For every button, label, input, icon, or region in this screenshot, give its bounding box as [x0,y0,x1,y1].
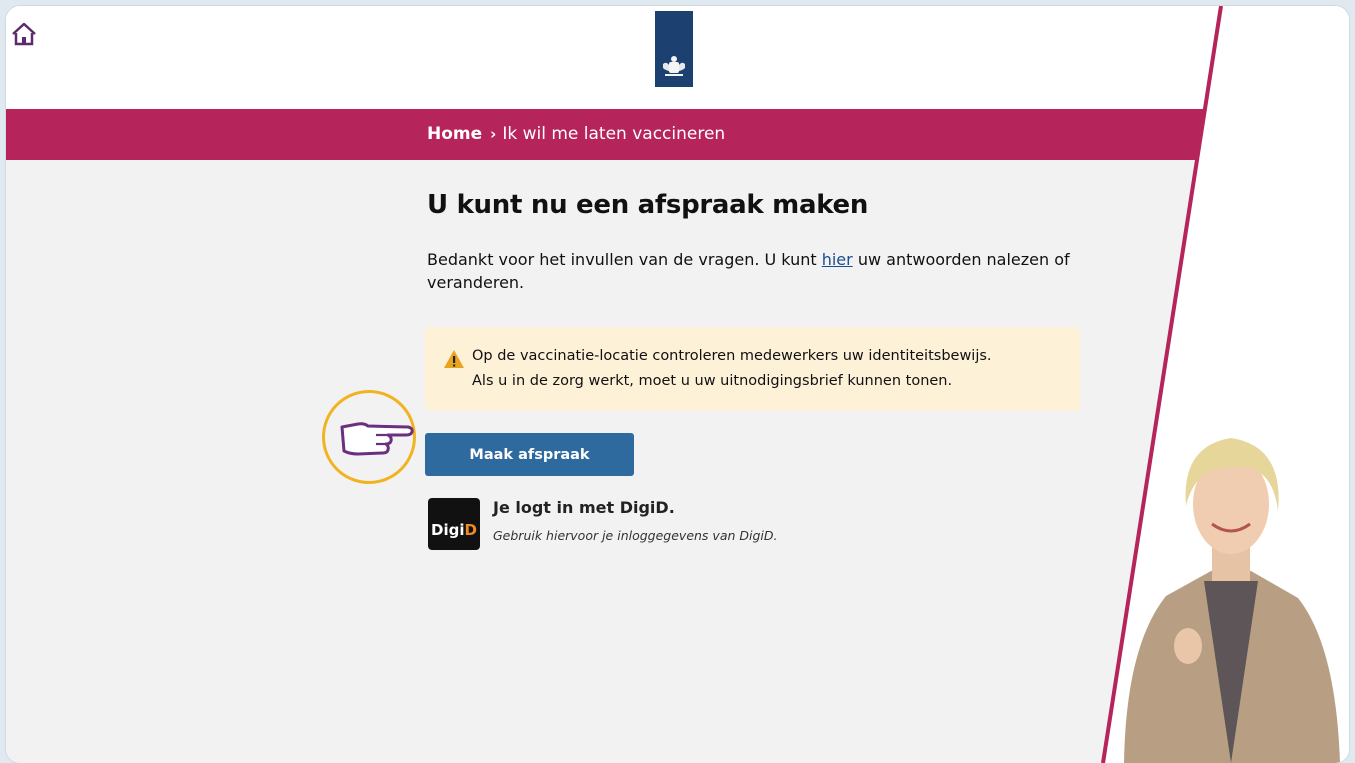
page-header [6,6,1349,109]
breadcrumb-separator: › [490,125,497,143]
answers-link[interactable]: hier [822,250,853,269]
breadcrumb: Home › Ik wil me laten vaccineren [427,109,725,160]
digid-logo-text: Digi [431,521,465,539]
warning-icon [444,350,464,368]
digid-subtitle: Gebruik hiervoor je inloggegevens van Di… [493,528,778,543]
breadcrumb-current: Ik wil me laten vaccineren [502,124,726,144]
pointing-hand-icon [340,422,414,456]
digid-logo: Digi D [428,498,480,550]
breadcrumb-home-link[interactable]: Home [427,124,482,144]
warning-text: Op de vaccinatie-locatie controleren med… [472,344,992,394]
page-title: U kunt nu een afspraak maken [427,190,869,220]
warning-notice: Op de vaccinatie-locatie controleren med… [425,327,1080,411]
digid-title: Je logt in met DigiD. [493,498,675,517]
main-content: U kunt nu een afspraak maken Bedankt voo… [6,160,1349,763]
browser-frame: Home › Ik wil me laten vaccineren U kunt n… [6,6,1349,763]
home-icon[interactable] [11,22,37,46]
warning-line-1: Op de vaccinatie-locatie controleren med… [472,348,992,364]
intro-text: Bedankt voor het invullen van de vragen.… [427,248,1097,294]
intro-text-before: Bedankt voor het invullen van de vragen.… [427,250,822,269]
warning-line-2: Als u in de zorg werkt, moet u uw uitnod… [472,373,953,389]
coat-of-arms-icon [663,56,685,76]
government-logo [655,11,693,87]
make-appointment-button[interactable]: Maak afspraak [425,433,634,476]
breadcrumb-bar: Home › Ik wil me laten vaccineren [6,109,1349,160]
digid-logo-d: D [464,521,477,539]
